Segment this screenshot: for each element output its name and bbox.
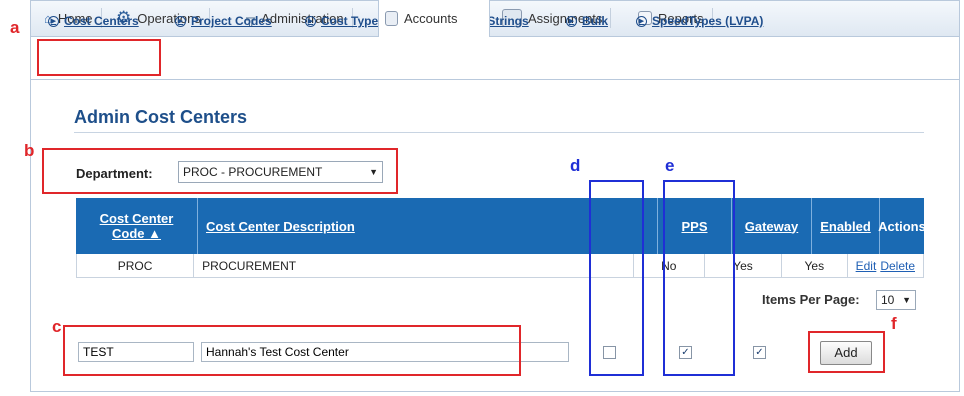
items-per-page-select[interactable]: 10 ▼: [876, 290, 916, 310]
cell-actions: Edit Delete: [848, 254, 923, 277]
annotation-label-d: d: [570, 156, 581, 175]
arrow-circle-icon: ▶: [305, 15, 316, 27]
subnav-cost-centers[interactable]: ▶ Cost Centers: [48, 14, 139, 28]
annotation-label-f: f: [891, 314, 897, 333]
cell-description: PROCUREMENT: [194, 254, 634, 277]
arrow-circle-icon: ▶: [636, 15, 647, 27]
tab-accounts[interactable]: Accounts: [378, 0, 490, 37]
annotation-box-e: [663, 180, 735, 376]
chevron-down-icon: ▼: [902, 295, 911, 305]
edit-link[interactable]: Edit: [856, 259, 877, 273]
accounts-icon: [385, 11, 398, 26]
column-header-gateway[interactable]: Gateway: [732, 198, 812, 254]
subnav-bulk[interactable]: ▶ Bulk: [566, 14, 608, 28]
annotation-label-a: a: [10, 18, 20, 37]
cell-code: PROC: [77, 254, 195, 277]
column-header-actions: Actions: [878, 218, 926, 234]
delete-link[interactable]: Delete: [880, 259, 915, 273]
annotation-label-c: c: [52, 317, 62, 336]
cell-enabled: Yes: [782, 254, 848, 277]
sub-navigation: [30, 36, 960, 80]
page-title: Admin Cost Centers: [74, 107, 248, 127]
subnav-speedtypes[interactable]: ▶ SpeedTypes (LVPA): [636, 14, 763, 28]
table-header: Cost Center Code ▲ Cost Center Descripti…: [76, 198, 926, 254]
table-row: PROC PROCUREMENT No Yes Yes Edit Delete: [76, 254, 924, 278]
column-header-code[interactable]: Cost Center Code ▲: [76, 198, 198, 254]
enabled-checkbox[interactable]: ✓: [753, 346, 766, 359]
annotation-box-d: [589, 180, 644, 376]
items-per-page-label: Items Per Page:: [762, 292, 860, 307]
annotation-box-c: [63, 325, 521, 376]
annotation-box-f: [808, 331, 885, 373]
arrow-circle-icon: ▶: [566, 15, 577, 27]
annotation-label-b: b: [24, 141, 35, 160]
annotation-box-a: [37, 39, 161, 76]
column-header-enabled[interactable]: Enabled: [812, 198, 880, 254]
arrow-circle-icon: ▶: [175, 15, 186, 27]
title-divider: [74, 132, 924, 133]
annotation-box-b: [42, 148, 398, 194]
arrow-circle-icon: ▶: [48, 15, 59, 27]
subnav-cost-types[interactable]: ▶ Cost Types: [305, 14, 385, 28]
annotation-label-e: e: [665, 156, 675, 175]
subnav-project-codes[interactable]: ▶ Project Codes: [175, 14, 272, 28]
